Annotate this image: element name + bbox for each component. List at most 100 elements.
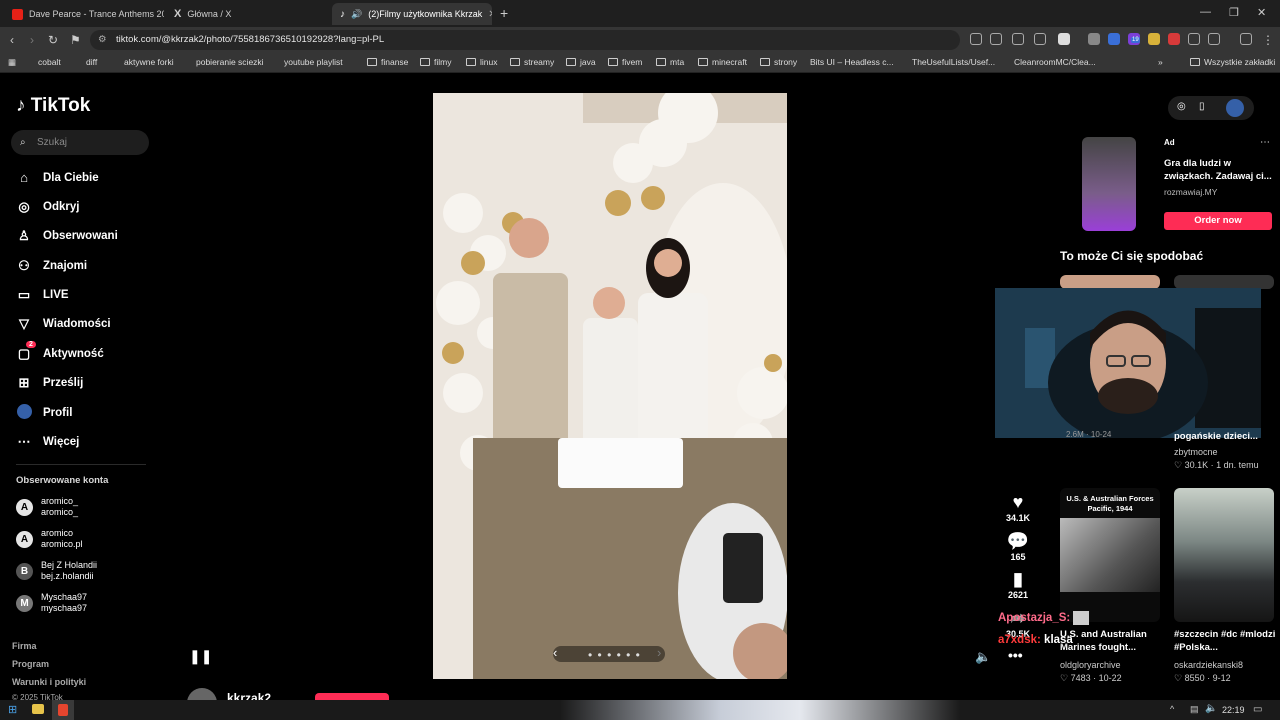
translate-icon[interactable] (1012, 33, 1024, 45)
volume-tray-icon[interactable]: 🔈 (1205, 703, 1217, 714)
url-input[interactable]: ⚙ tiktok.com/@kkrzak2/photo/755818673651… (90, 30, 960, 50)
menu-icon[interactable]: ⋮ (1262, 33, 1274, 47)
yellow-ext-icon[interactable] (1148, 33, 1160, 45)
search-input[interactable]: ⌕ Szukaj (11, 130, 149, 155)
recommend-thumb-0[interactable] (1060, 275, 1160, 289)
bookmark-usefullists[interactable]: TheUsefulLists/Usef... (912, 57, 995, 67)
nav-dla-ciebie[interactable]: ⌂ Dla Ciebie (16, 170, 99, 185)
browser-tab-x[interactable]: X Główna / X (166, 3, 326, 25)
bookmark-mta[interactable]: mta (656, 57, 684, 67)
nav-wiadomosci[interactable]: ▽ Wiadomości (16, 316, 111, 332)
footer-terms[interactable]: Warunki i polityki (12, 677, 86, 687)
volume-icon[interactable]: 🔈 (975, 649, 991, 665)
nav-live[interactable]: ▭ LIVE (16, 287, 69, 303)
windows-start-icon[interactable]: ⊞ (8, 703, 17, 716)
network-icon[interactable]: ▤ (1190, 704, 1199, 715)
shield-icon[interactable] (1058, 33, 1070, 45)
bookmark-minecraft[interactable]: minecraft (698, 57, 747, 67)
bookmark-streamy[interactable]: streamy (510, 57, 554, 67)
back-icon[interactable]: ‹ (10, 33, 14, 47)
purple-ext-icon[interactable]: 19 (1128, 33, 1140, 45)
ad-cta-button[interactable]: Order now (1164, 212, 1272, 230)
carousel-prev-icon[interactable]: ‹ (553, 645, 557, 660)
nav-odkryj[interactable]: ◎ Odkryj (16, 199, 79, 215)
ad-thumbnail[interactable] (1082, 137, 1136, 231)
followed-account[interactable]: Aaromico_ aromico_ (16, 496, 78, 518)
share-icon[interactable] (1034, 33, 1046, 45)
reload-icon[interactable]: ↻ (48, 33, 58, 47)
followed-account[interactable]: M Myschaa97 myschaa97 (16, 592, 87, 614)
sidebar-toggle-icon[interactable] (1208, 33, 1220, 45)
bookmark-linux[interactable]: linux (466, 57, 497, 67)
like-button[interactable]: ♥ 34.1K (1002, 492, 1034, 523)
author-avatar[interactable] (187, 688, 217, 700)
recommend-thumb-2[interactable] (1174, 488, 1274, 622)
device-icon[interactable]: ▯ (1199, 101, 1205, 112)
close-window-icon[interactable]: ✕ (1257, 6, 1266, 19)
recommend-author-0[interactable]: zbytmocne (1174, 447, 1218, 457)
coin-icon[interactable]: ◎ (1177, 101, 1186, 112)
ext-icon-1[interactable] (970, 33, 982, 45)
all-bookmarks[interactable]: Wszystkie zakładki (1190, 57, 1275, 67)
browser-taskbar-icon[interactable] (52, 700, 74, 720)
recommend-title-0[interactable]: pogańskie dzieci... (1174, 430, 1258, 443)
footer-program[interactable]: Program (12, 659, 49, 669)
bookmark-bits-ui[interactable]: Bits UI – Headless c... (810, 57, 894, 67)
followed-account[interactable]: Aaromico aromico.pl (16, 528, 83, 550)
ad-more-icon[interactable]: ⋯ (1260, 137, 1270, 148)
bookmark-diff[interactable]: diff (86, 57, 97, 67)
recommend-thumb-1[interactable]: U.S. & Australian Forces Pacific, 1944 (1060, 488, 1160, 622)
bookmark-youtube-playlist[interactable]: youtube playlist (284, 57, 343, 67)
bookmark-fivem[interactable]: fivem (608, 57, 642, 67)
user-avatar-icon[interactable] (1226, 99, 1244, 117)
more-bookmarks-icon[interactable]: » (1158, 57, 1163, 67)
bookmark-icon[interactable]: ⚑ (70, 33, 81, 47)
bookmark-pobieranie[interactable]: pobieranie sciezki (196, 57, 264, 67)
comment-button[interactable]: 💬 165 (1002, 531, 1034, 562)
bookmark-strony[interactable]: strony (760, 57, 797, 67)
followed-account[interactable]: B Bej Z Holandii bej.z.holandii (16, 560, 97, 582)
bookmark-java[interactable]: java (566, 57, 596, 67)
nav-znajomi[interactable]: ⚇ Znajomi (16, 258, 87, 274)
carousel-next-icon[interactable]: › (657, 645, 661, 660)
clock[interactable]: 22:19 (1222, 705, 1245, 715)
tray-chevron-icon[interactable]: ^ (1170, 704, 1174, 714)
tiktok-logo[interactable]: ♪ TikTok (16, 95, 90, 117)
nav-przeslij[interactable]: ⊞ Prześlij (16, 375, 84, 391)
post-photo[interactable] (433, 93, 787, 679)
nav-aktywnosc[interactable]: ▢ 2 Aktywność (16, 341, 104, 362)
close-tab-icon[interactable]: ✕ (488, 9, 492, 20)
new-tab-button[interactable]: + (500, 5, 508, 21)
recommend-title-2[interactable]: #szczecin #dc #mlodzi #Polska... (1174, 628, 1278, 654)
minimize-icon[interactable]: — (1200, 6, 1211, 18)
site-info-icon[interactable]: ⚙ (98, 30, 107, 50)
bookmark-aktywne-forki[interactable]: aktywne forki (124, 57, 174, 67)
author-name[interactable]: kkrzak2 (227, 691, 271, 700)
red-ext-icon[interactable] (1168, 33, 1180, 45)
more-options-icon[interactable]: ••• (1008, 647, 1023, 663)
bookmark-filmy[interactable]: filmy (420, 57, 451, 67)
apps-icon[interactable]: ▦ (8, 57, 16, 68)
pause-ext-icon[interactable] (1088, 33, 1100, 45)
nav-profil[interactable]: Profil (16, 404, 72, 422)
carousel-dots[interactable]: • • • • • • (588, 648, 641, 662)
recommend-author-2[interactable]: oskardziekanski8 (1174, 660, 1243, 670)
recommend-author-1[interactable]: oldgloryarchive (1060, 660, 1121, 670)
browser-tab-youtube[interactable]: Dave Pearce - Trance Anthems 2008 (4, 3, 164, 25)
recommend-thumb-right-top[interactable] (1174, 275, 1274, 289)
extensions-icon[interactable] (1188, 33, 1200, 45)
bookmark-finanse[interactable]: finanse (367, 57, 408, 67)
bluetooth-ext-icon[interactable] (1108, 33, 1120, 45)
bookmark-cobalt[interactable]: cobalt (38, 57, 61, 67)
pause-icon[interactable]: ❚❚ (189, 648, 212, 665)
notifications-icon[interactable]: ▭ (1253, 704, 1262, 715)
media-icon[interactable] (1240, 33, 1252, 45)
file-explorer-icon[interactable] (32, 704, 44, 714)
bookmark-cleanroommc[interactable]: CleanroomMC/Clea... (1014, 57, 1096, 67)
footer-firma[interactable]: Firma (12, 641, 37, 651)
ext-icon-2[interactable] (990, 33, 1002, 45)
ad-card[interactable]: Ad ⋯ Gra dla ludzi w związkach. Zadawaj … (1060, 137, 1276, 235)
recommend-title-1[interactable]: U.S. and Australian Marines fought... (1060, 628, 1172, 654)
restore-icon[interactable]: ❐ (1229, 6, 1239, 19)
save-button[interactable]: ▮ 2621 (1002, 569, 1034, 600)
